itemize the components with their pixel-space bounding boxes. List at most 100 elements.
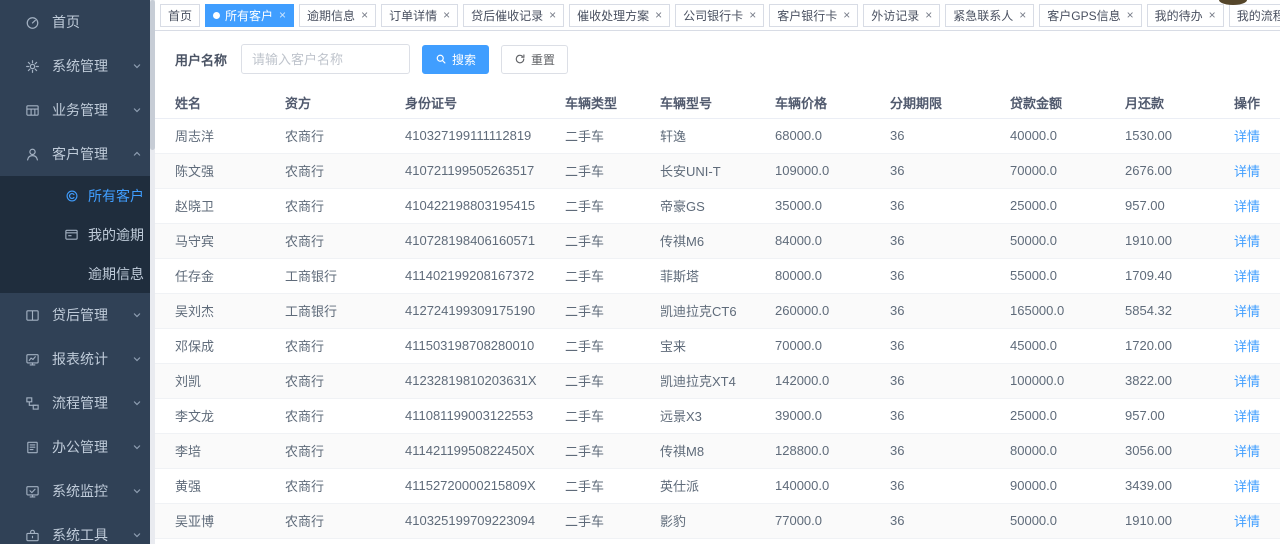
table-cell-actions: 详情	[1225, 153, 1280, 188]
tab-item[interactable]: 逾期信息×	[299, 4, 376, 27]
sidebar-subitem-my-overdue[interactable]: 我的逾期	[0, 215, 155, 254]
reset-button[interactable]: 重置	[501, 45, 568, 74]
table-cell: 农商行	[285, 363, 405, 398]
tab-item[interactable]: 紧急联系人×	[945, 4, 1034, 27]
sidebar-submenu: 所有客户我的逾期逾期信息	[0, 176, 155, 293]
table-cell: 李文龙	[155, 398, 285, 433]
column-header: 车辆价格	[775, 87, 890, 118]
detail-link[interactable]: 详情	[1234, 199, 1260, 214]
sidebar-item-system[interactable]: 系统管理	[0, 44, 155, 88]
sidebar-item-label: 系统工具	[52, 525, 108, 544]
sidebar-subitem-overdue-info[interactable]: 逾期信息	[0, 254, 155, 293]
table-cell: 3056.00	[1125, 433, 1225, 468]
tab-label: 催收处理方案	[577, 7, 649, 24]
table-cell: 128800.0	[775, 433, 890, 468]
app-root: 首页系统管理业务管理客户管理所有客户我的逾期逾期信息贷后管理报表统计流程管理办公…	[0, 0, 1280, 544]
detail-link[interactable]: 详情	[1234, 374, 1260, 389]
close-icon[interactable]: ×	[655, 9, 662, 21]
sidebar-item-customer[interactable]: 客户管理	[0, 132, 155, 176]
table-cell: 1910.00	[1125, 503, 1225, 538]
table-cell: 3822.00	[1125, 363, 1225, 398]
table-cell: 1709.40	[1125, 258, 1225, 293]
table-cell: 凯迪拉克XT4	[660, 363, 775, 398]
table-cell: 36	[890, 503, 1010, 538]
close-icon[interactable]: ×	[361, 9, 368, 21]
detail-link[interactable]: 详情	[1234, 269, 1260, 284]
close-icon[interactable]: ×	[843, 9, 850, 21]
table-cell: 二手车	[565, 363, 660, 398]
table-cell: 吴刘杰	[155, 293, 285, 328]
close-icon[interactable]: ×	[749, 9, 756, 21]
close-icon[interactable]: ×	[1127, 9, 1134, 21]
table-cell: 90000.0	[1010, 468, 1125, 503]
table-cell: 1910.00	[1125, 223, 1225, 258]
table-cell: 传祺M8	[660, 433, 775, 468]
sidebar-item-label: 贷后管理	[52, 305, 108, 325]
sidebar: 首页系统管理业务管理客户管理所有客户我的逾期逾期信息贷后管理报表统计流程管理办公…	[0, 0, 155, 544]
table-cell-actions: 详情	[1225, 188, 1280, 223]
table-cell	[405, 538, 565, 544]
detail-link[interactable]: 详情	[1234, 234, 1260, 249]
search-input[interactable]	[241, 44, 410, 74]
table-cell-actions: 详情	[1225, 223, 1280, 258]
tab-item[interactable]: 外访记录×	[863, 4, 940, 27]
table-cell: 农商行	[285, 328, 405, 363]
detail-link[interactable]: 详情	[1234, 164, 1260, 179]
tab-item[interactable]: 催收处理方案 ×	[569, 4, 670, 27]
scrollbar-thumb[interactable]	[150, 0, 155, 150]
close-icon[interactable]: ×	[1019, 9, 1026, 21]
chevron-down-icon	[131, 308, 143, 320]
tab-item[interactable]: 我的待办×	[1147, 4, 1224, 27]
sidebar-item-business[interactable]: 业务管理	[0, 88, 155, 132]
table-cell: 411503198708280010	[405, 328, 565, 363]
sidebar-item-process[interactable]: 流程管理	[0, 381, 155, 425]
sidebar-subitem-all-customers[interactable]: 所有客户	[0, 176, 155, 215]
detail-link[interactable]: 详情	[1234, 304, 1260, 319]
table-cell: 50000.0	[1010, 223, 1125, 258]
table-cell: 41152720000215809X	[405, 468, 565, 503]
active-tab-dot	[213, 12, 220, 19]
table-cell: 41142119950822450X	[405, 433, 565, 468]
table-cell: 410721199505263517	[405, 153, 565, 188]
close-icon[interactable]: ×	[549, 9, 556, 21]
sidebar-item-office[interactable]: 办公管理	[0, 425, 155, 469]
search-button[interactable]: 搜索	[422, 45, 489, 74]
table-cell: 农商行	[285, 118, 405, 153]
table-cell: 45000.0	[1010, 328, 1125, 363]
tab-item[interactable]: 贷后催收记录 ×	[463, 4, 564, 27]
tab-item[interactable]: 首页	[160, 4, 200, 27]
monitor-icon	[24, 483, 40, 499]
tab-label: 贷后催收记录	[471, 7, 543, 24]
detail-link[interactable]: 详情	[1234, 129, 1260, 144]
table-cell: 412724199309175190	[405, 293, 565, 328]
detail-link[interactable]: 详情	[1234, 409, 1260, 424]
detail-link[interactable]: 详情	[1234, 339, 1260, 354]
tab-item[interactable]: 客户GPS信息×	[1039, 4, 1141, 27]
table-cell: 农商行	[285, 398, 405, 433]
table-cell: 41232819810203631X	[405, 363, 565, 398]
table-cell: 109000.0	[775, 153, 890, 188]
table-cell: 36	[890, 188, 1010, 223]
detail-link[interactable]: 详情	[1234, 479, 1260, 494]
tab-item[interactable]: 所有客户×	[205, 4, 294, 27]
close-icon[interactable]: ×	[1209, 9, 1216, 21]
sidebar-item-home[interactable]: 首页	[0, 0, 155, 44]
tab-item[interactable]: 订单详情×	[381, 4, 458, 27]
close-icon[interactable]: ×	[279, 9, 286, 21]
tab-bar: 首页所有客户×逾期信息×订单详情×贷后催收记录×催收处理方案×公司银行卡×客户银…	[155, 0, 1280, 31]
sidebar-item-tools[interactable]: 系统工具	[0, 513, 155, 544]
column-header: 月还款	[1125, 87, 1225, 118]
tab-item[interactable]: 我的流程×	[1229, 4, 1280, 27]
detail-link[interactable]: 详情	[1234, 444, 1260, 459]
sidebar-item-loan-after[interactable]: 贷后管理	[0, 293, 155, 337]
tab-item[interactable]: 公司银行卡×	[675, 4, 764, 27]
sidebar-scrollbar[interactable]	[150, 0, 155, 544]
close-icon[interactable]: ×	[443, 9, 450, 21]
sidebar-item-report[interactable]: 报表统计	[0, 337, 155, 381]
detail-link[interactable]: 详情	[1234, 514, 1260, 529]
table-cell: 50000.0	[1010, 503, 1125, 538]
close-icon[interactable]: ×	[925, 9, 932, 21]
table-cell-actions: 详情	[1225, 118, 1280, 153]
sidebar-item-monitor[interactable]: 系统监控	[0, 469, 155, 513]
tab-item[interactable]: 客户银行卡×	[769, 4, 858, 27]
